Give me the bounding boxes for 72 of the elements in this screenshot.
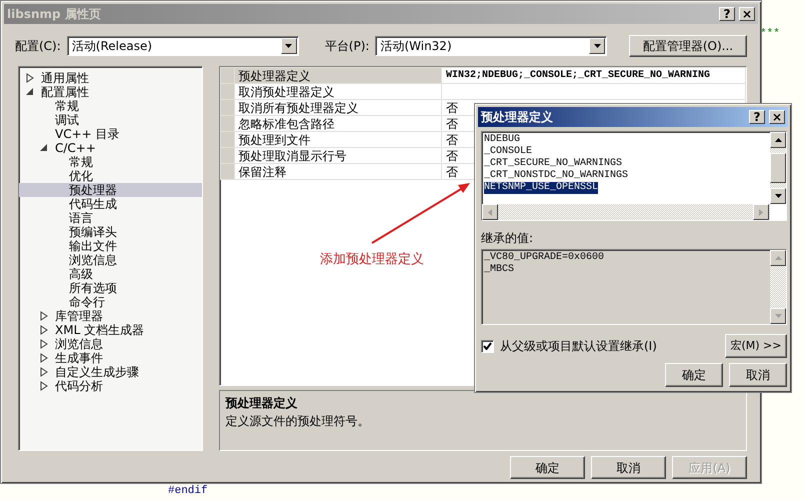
up-arrow-icon — [774, 138, 782, 142]
tree-item[interactable]: 库管理器 — [19, 309, 202, 323]
config-manager-button[interactable]: 配置管理器(O)... — [629, 35, 747, 57]
tree-item[interactable]: 语言 — [19, 211, 202, 225]
dialog-button[interactable]: 取消 — [591, 456, 666, 479]
dialog-button[interactable]: 确定 — [665, 363, 723, 387]
property-row[interactable]: 预处理器定义 WIN32;NDEBUG;_CONSOLE;_CRT_SECURE_NO_WARNING — [220, 68, 746, 84]
code-text: #endif — [168, 485, 208, 498]
list-item: _VC80_UPGRADE=0x0600 — [484, 252, 606, 264]
property-name[interactable]: 预处理取消显示行号 — [234, 148, 442, 164]
dropdown-field[interactable]: 活动(Release) — [66, 36, 299, 56]
checkmark-icon — [483, 342, 492, 350]
list-item[interactable]: NDEBUG — [484, 134, 520, 146]
tree-item[interactable]: 命令行 — [19, 295, 202, 309]
tree-item[interactable]: 配置属性 — [19, 85, 202, 99]
dialog-button[interactable]: 确定 — [510, 456, 585, 479]
tree-item[interactable]: 浏览信息 — [19, 337, 202, 351]
close-button[interactable]: × — [739, 7, 755, 21]
property-name[interactable]: 取消预处理器定义 — [234, 84, 442, 100]
tree-item[interactable]: C/C++ — [19, 141, 202, 155]
tree-item[interactable]: 浏览信息 — [19, 253, 202, 267]
dropdown-arrow-icon — [285, 44, 292, 48]
property-name[interactable]: 预处理器定义 — [234, 68, 442, 84]
close-button[interactable]: × — [769, 110, 785, 124]
tree-item[interactable]: 优化 — [19, 169, 202, 183]
property-name[interactable]: 取消所有预处理器定义 — [234, 100, 442, 116]
tree-item[interactable]: 高级 — [19, 267, 202, 281]
down-arrow-icon — [774, 194, 782, 198]
list-item[interactable]: _CRT_NONSTDC_NO_WARNINGS — [484, 170, 628, 182]
tree-item[interactable]: 代码分析 — [19, 379, 202, 393]
property-name[interactable]: 预处理到文件 — [234, 132, 442, 148]
field-label: 平台(P): — [324, 38, 370, 55]
description-text: 定义源文件的预处理符号。 — [226, 412, 371, 430]
tree-item[interactable]: 常规 — [19, 99, 202, 113]
tree-item[interactable]: 输出文件 — [19, 239, 202, 253]
right-arrow-icon — [759, 208, 763, 216]
tree-item[interactable]: 生成事件 — [19, 351, 202, 365]
macros-button[interactable]: 宏(M) >> — [725, 334, 787, 358]
tree-item[interactable]: 预处理器 — [19, 183, 202, 197]
tree-item[interactable]: 调试 — [19, 113, 202, 127]
field-label: 继承的值: — [481, 230, 534, 247]
scrollbar-thumb[interactable] — [770, 153, 786, 183]
help-button[interactable]: ? — [749, 110, 765, 124]
dropdown-arrow-icon — [594, 44, 601, 48]
down-arrow-icon — [774, 314, 782, 318]
property-value[interactable]: WIN32;NDEBUG;_CONSOLE;_CRT_SECURE_NO_WARNING — [441, 68, 746, 84]
left-arrow-icon — [488, 208, 492, 216]
list-item: _MBCS — [484, 264, 516, 276]
window-title: libsnmp 属性页 — [7, 6, 101, 23]
tree-item[interactable]: 常规 — [19, 155, 202, 169]
checkbox-label: 从父级或项目默认设置继承(I) — [500, 338, 657, 355]
tree-item[interactable]: 通用属性 — [19, 71, 202, 85]
annotation-text: 添加预处理器定义 — [320, 251, 424, 269]
tree-item[interactable]: XML 文档生成器 — [19, 323, 202, 337]
checkbox[interactable] — [481, 340, 494, 352]
list-item[interactable]: _CRT_SECURE_NO_WARNINGS — [484, 158, 622, 170]
tree-item[interactable]: 预编译头 — [19, 225, 202, 239]
list-item[interactable]: _CONSOLE — [484, 146, 532, 158]
dialog-button[interactable]: 取消 — [729, 363, 787, 387]
dropdown-field[interactable]: 活动(Win32) — [375, 36, 608, 56]
description-title: 预处理器定义 — [226, 394, 299, 412]
property-name[interactable]: 保留注释 — [234, 164, 442, 180]
field-label: 配置(C): — [15, 38, 61, 55]
up-arrow-icon — [774, 256, 782, 260]
code-text: *** — [760, 28, 780, 41]
tree-item[interactable]: VC++ 目录 — [19, 127, 202, 141]
list-item[interactable]: NETSNMP_USE_OPENSSL — [484, 182, 598, 194]
tree-item[interactable]: 所有选项 — [19, 281, 202, 295]
tree-item[interactable]: 代码生成 — [19, 197, 202, 211]
tree-item[interactable]: 自定义生成步骤 — [19, 365, 202, 379]
help-button[interactable]: ? — [719, 7, 735, 21]
property-name[interactable]: 忽略标准包含路径 — [234, 116, 442, 132]
